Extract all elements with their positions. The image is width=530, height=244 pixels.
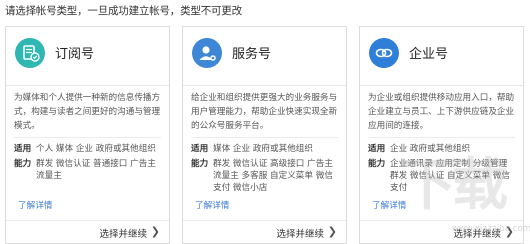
card-description: 给企业和组织提供更强大的业务服务与用户管理能力，帮助企业快速实现全新的公众号服务… [191, 93, 338, 131]
ability-value: 群发 微信认证 高级接口 广告主 流量主 多客服 自定义菜单 微信支付 微信小店 [213, 159, 333, 193]
card-title: 企业号 [409, 47, 449, 62]
user-badge-icon [192, 38, 222, 68]
learn-more-link[interactable]: 了解详情 [18, 199, 52, 211]
applicable-value: 媒体 企业 政府或其他组织 [213, 144, 313, 154]
applicable-value: 个人 媒体 企业 政府或其他组织 [36, 144, 156, 154]
applicable-label: 适用 [368, 144, 386, 154]
divider [191, 137, 338, 138]
learn-more-link[interactable]: 了解详情 [372, 199, 406, 211]
chevron-right-icon[interactable]: ❯ [328, 225, 337, 238]
card-header: 服务号 [183, 27, 346, 86]
card-enterprise[interactable]: 企业号 为企业或组织提供移动应用入口，帮助企业建立与员工、上下游供应链及企业应用… [359, 26, 524, 244]
ability-label: 能力 [191, 159, 209, 169]
ability-value: 企业通讯录 应用定制 分级管理 群发 微信认证 自定义菜单 微信支付 [390, 159, 510, 193]
applicable-value: 企业 政府或其他组织 [390, 144, 471, 154]
chat-link-icon [369, 38, 399, 68]
card-footer: 选择并继续 ❯ [183, 220, 346, 243]
card-title: 订阅号 [55, 47, 95, 62]
divider [368, 137, 515, 138]
card-footer: 选择并继续 ❯ [6, 220, 169, 243]
card-header: 企业号 [360, 27, 523, 86]
divider [14, 137, 161, 138]
select-continue-button[interactable]: 选择并继续 [276, 226, 324, 240]
card-description: 为企业或组织提供移动应用入口，帮助企业建立与员工、上下游供应链及企业应用间的连接… [368, 93, 515, 131]
ability-value: 群发 微信认证 普通接口 广告主 流量主 [36, 159, 156, 181]
ability-label: 能力 [368, 159, 386, 169]
chevron-right-icon[interactable]: ❯ [505, 225, 514, 238]
document-check-icon [15, 38, 45, 68]
select-continue-button[interactable]: 选择并继续 [453, 226, 501, 240]
card-footer: 选择并继续 ❯ [360, 220, 523, 243]
applicable-label: 适用 [191, 144, 209, 154]
card-header: 订阅号 [6, 27, 169, 86]
page-instruction: 请选择帐号类型，一旦成功建立帐号，类型不可更改 [5, 5, 242, 17]
select-continue-button[interactable]: 选择并继续 [99, 226, 147, 240]
card-title: 服务号 [232, 47, 272, 62]
card-service[interactable]: 服务号 给企业和组织提供更强大的业务服务与用户管理能力，帮助企业快速实现全新的公… [182, 26, 347, 244]
chevron-right-icon[interactable]: ❯ [151, 225, 160, 238]
card-subscription[interactable]: 订阅号 为媒体和个人提供一种新的信息传播方式，构建与读者之间更好的沟通与管理模式… [5, 26, 170, 244]
card-description: 为媒体和个人提供一种新的信息传播方式，构建与读者之间更好的沟通与管理模式。 [14, 93, 161, 131]
ability-label: 能力 [14, 159, 32, 169]
learn-more-link[interactable]: 了解详情 [195, 199, 229, 211]
applicable-label: 适用 [14, 144, 32, 154]
